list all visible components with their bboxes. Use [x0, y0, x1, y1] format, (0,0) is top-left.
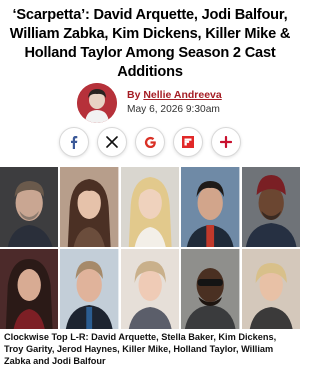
cast-photo-1: [0, 167, 59, 247]
byline: By Nellie Andreeva May 6, 2026 9:30am: [77, 83, 277, 125]
publish-date: May 6, 2026 9:30am: [127, 104, 220, 115]
author-link[interactable]: Nellie Andreeva: [143, 89, 221, 101]
cast-photo-4: [181, 167, 240, 247]
cast-photo-6: [0, 249, 59, 329]
plus-icon: [220, 136, 232, 148]
cast-photo-9: [181, 249, 240, 329]
author-avatar[interactable]: [77, 83, 117, 123]
cast-photo-collage: [0, 167, 300, 329]
cast-photo-7: [60, 249, 119, 329]
share-bar: [0, 127, 300, 159]
byline-prefix: By: [127, 89, 144, 101]
x-icon: [106, 136, 118, 148]
cast-photo-2: [60, 167, 119, 247]
cast-photo-10: [241, 249, 300, 329]
google-share-button[interactable]: [135, 127, 165, 157]
flipboard-share-button[interactable]: [173, 127, 203, 157]
facebook-share-button[interactable]: [59, 127, 89, 157]
cast-photo-3: [120, 167, 180, 247]
cast-photo-5: [241, 167, 300, 247]
photo-caption: Clockwise Top L-R: David Arquette, Stell…: [4, 332, 277, 366]
x-share-button[interactable]: [97, 127, 127, 157]
cast-photo-8: [120, 249, 180, 329]
flipboard-icon: [182, 136, 194, 148]
more-share-button[interactable]: [211, 127, 241, 157]
article-headline: ‘Scarpetta’: David Arquette, Jodi Balfou…: [9, 7, 291, 80]
google-icon: [144, 136, 156, 148]
facebook-icon: [71, 136, 78, 149]
